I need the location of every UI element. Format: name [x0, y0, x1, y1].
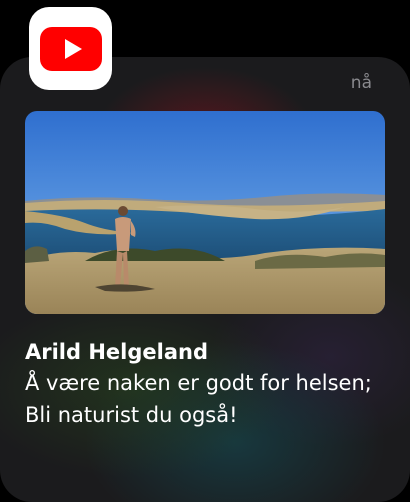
- youtube-app-icon[interactable]: [29, 7, 112, 90]
- sender-name: Arild Helgeland: [25, 340, 208, 364]
- notification-image[interactable]: [25, 111, 385, 314]
- youtube-icon: [39, 26, 102, 71]
- notification-time: nå: [350, 73, 372, 93]
- watch-screen: nå Arild Helgeland Å være naken er godt …: [0, 0, 410, 502]
- message-text: Å være naken er godt for helsen; Bli nat…: [25, 371, 372, 427]
